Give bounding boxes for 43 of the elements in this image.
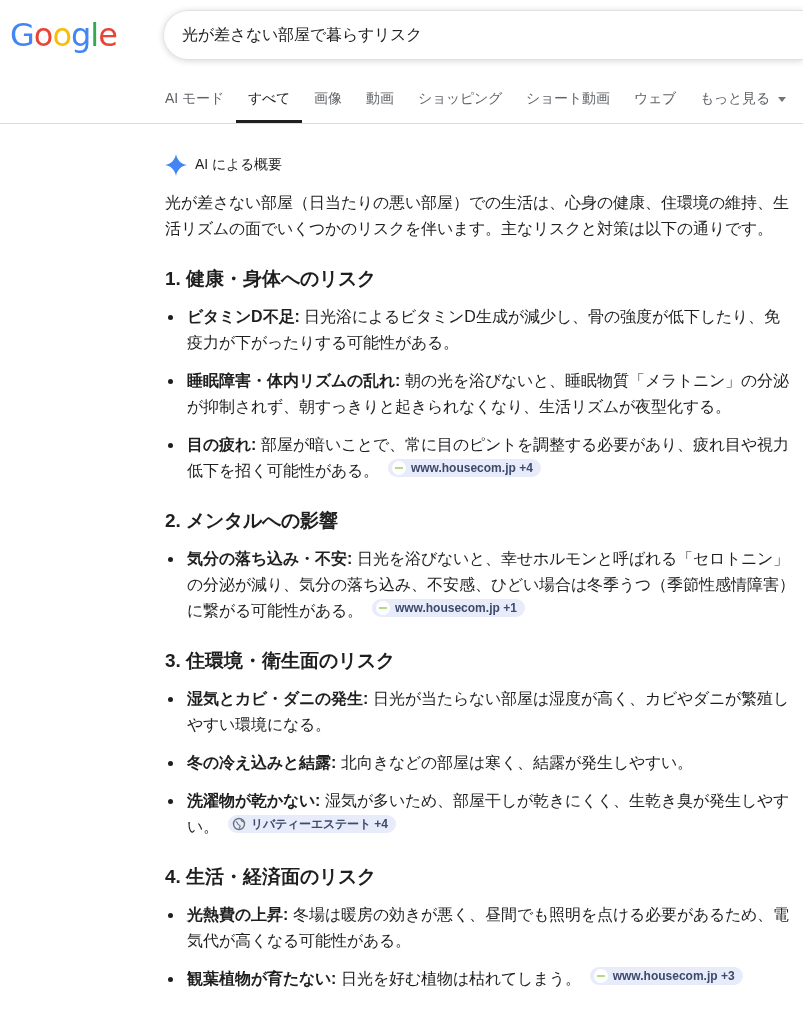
- list-item-text: 光熱費の上昇: 冬場は暖房の効きが悪く、昼間でも照明を点ける必要があるため、電気代が高くなる可能性がある。: [187, 905, 790, 951]
- favicon-icon: [593, 969, 608, 983]
- globe-icon: [231, 817, 246, 831]
- tab[interactable]: 画像: [302, 80, 355, 123]
- tab[interactable]: ショート動画: [514, 80, 623, 123]
- tab[interactable]: ショッピング: [406, 80, 515, 123]
- section-heading: 4. 生活・経済面のリスク: [165, 865, 378, 889]
- google-logo[interactable]: Google: [10, 16, 117, 54]
- caret-icon: [778, 96, 787, 102]
- list-item-text: 冬の冷え込みと結露: 北向きなどの部屋は寒く、結露が発生しやすい。: [187, 753, 694, 773]
- tab[interactable]: 動画: [354, 80, 407, 123]
- tab[interactable]: ウェブ: [622, 80, 689, 123]
- list-item-text: 洗濯物が乾かない: 湿気が多いため、部屋干しが乾きにくく、生乾き臭が発生しやすい。 リバティーエステート +4: [187, 791, 790, 837]
- source-chip[interactable]: www.housecom.jp +1: [371, 599, 525, 617]
- bullet-icon: [168, 913, 173, 918]
- list-item-text: 睡眠障害・体内リズムの乱れ: 朝の光を浴びないと、睡眠物質「メラトニン」の分泌が抑制されず、朝すっきりと起きられなくなり、生活リズムが夜型化する。: [187, 371, 790, 417]
- section-heading: 3. 住環境・衛生面のリスク: [165, 649, 397, 673]
- section-heading: 2. メンタルへの影響: [165, 509, 340, 533]
- list-item-text: 気分の落ち込み・不安: 日光を浴びないと、幸せホルモンと呼ばれる「セロトニン」の分泌が減り、気分の落ち込み、不安感、ひどい場合は冬季うつ（季節性感情障害）に繋がる可能性がある。 www.housecom.jp +1: [187, 549, 795, 621]
- bullet-icon: [168, 761, 173, 766]
- source-chip[interactable]: リバティーエステート +4: [227, 815, 396, 833]
- tab[interactable]: もっと見る: [688, 80, 799, 123]
- list-item-text: ビタミンD不足: 日光浴によるビタミンD生成が減少し、骨の強度が低下したり、免疫力が下がったりする可能性がある。: [187, 307, 781, 353]
- bullet-icon: [168, 557, 173, 562]
- bullet-icon: [168, 697, 173, 702]
- section-heading: 1. 健康・身体へのリスク: [165, 267, 378, 291]
- sparkle-icon: [165, 154, 187, 176]
- intro-paragraph: 光が差さない部屋（日当たりの悪い部屋）での生活は、心身の健康、住環境の維持、生活リズムの面でいくつかのリスクを伴います。主なリスクと対策は以下の通りです。: [165, 193, 790, 239]
- tab[interactable]: AI モード: [153, 80, 237, 123]
- list-item-text: 湿気とカビ・ダニの発生: 日光が当たらない部屋は湿度が高く、カビやダニが繁殖しやすい環境になる。: [187, 689, 790, 735]
- bullet-icon: [168, 379, 173, 384]
- overview-title: AI による概要: [195, 156, 283, 174]
- favicon-icon: [391, 461, 406, 475]
- bullet-icon: [168, 315, 173, 320]
- list-item-text: 観葉植物が育たない: 日光を好む植物は枯れてしまう。 www.housecom.jp +3: [187, 966, 795, 992]
- bullet-icon: [168, 977, 173, 982]
- bullet-icon: [168, 799, 173, 804]
- source-chip[interactable]: www.housecom.jp +3: [589, 967, 743, 985]
- bullet-icon: [168, 443, 173, 448]
- favicon-icon: [375, 601, 390, 615]
- list-item-text: 目の疲れ: 部屋が暗いことで、常に目のピントを調整する必要があり、疲れ目や視力低下を招く可能性がある。 www.housecom.jp +4: [187, 435, 790, 481]
- source-chip[interactable]: www.housecom.jp +4: [387, 459, 541, 477]
- tab[interactable]: すべて: [236, 80, 303, 123]
